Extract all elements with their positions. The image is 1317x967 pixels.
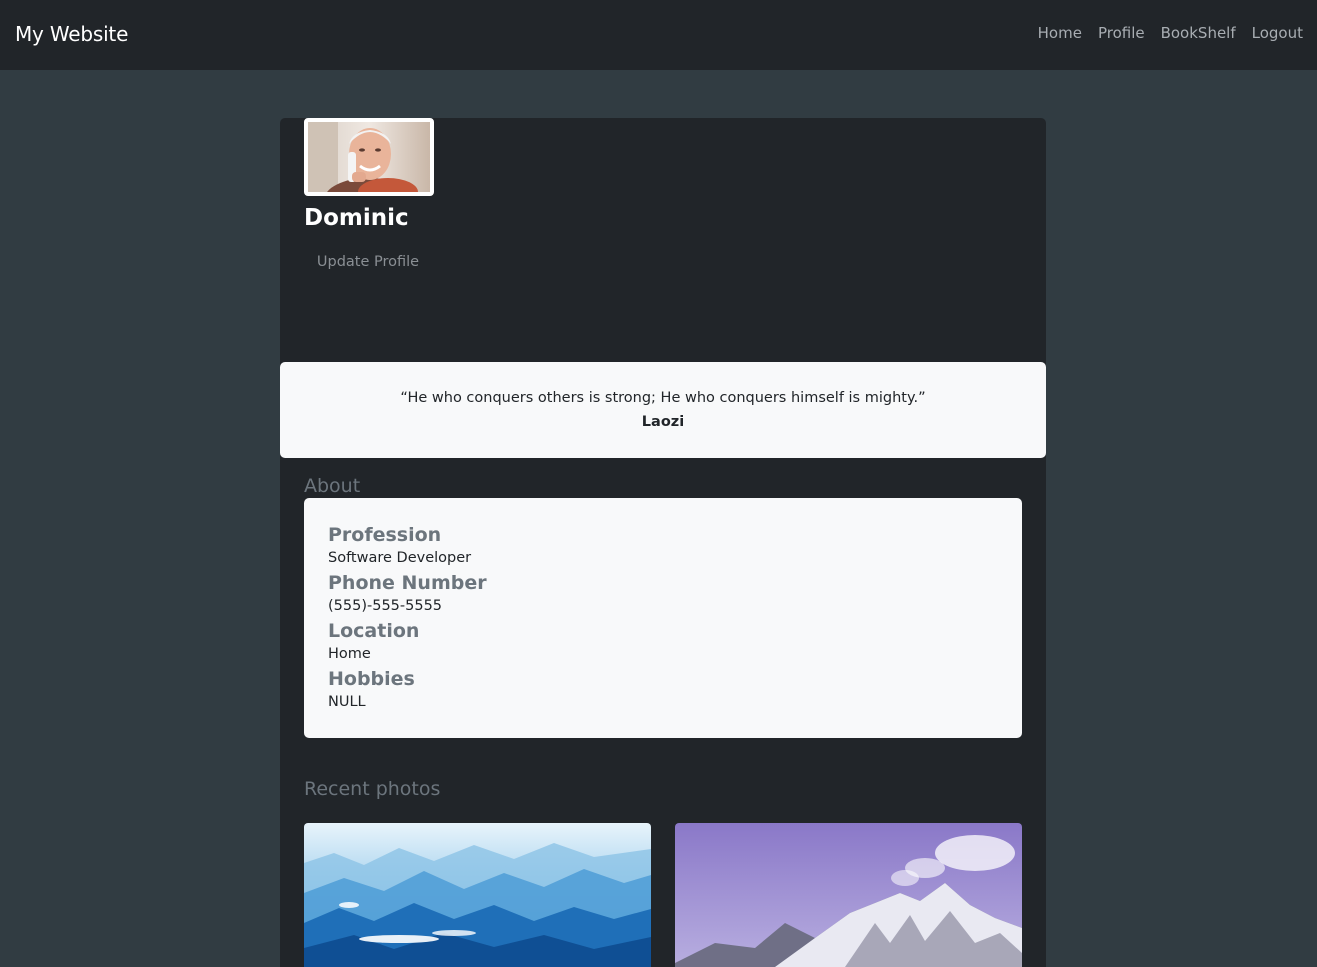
profile-name: Dominic xyxy=(304,205,409,231)
update-profile-button[interactable]: Update Profile xyxy=(304,249,432,275)
nav-link-logout[interactable]: Logout xyxy=(1252,24,1303,42)
nav-link-profile[interactable]: Profile xyxy=(1098,24,1145,42)
photo-snowy-peaks[interactable] xyxy=(675,823,1022,967)
recent-photos-heading: Recent photos xyxy=(304,778,441,800)
nav-link-bookshelf[interactable]: BookShelf xyxy=(1161,24,1236,42)
about-value: (555)-555-5555 xyxy=(328,598,443,614)
about-label: Phone Number xyxy=(328,572,487,594)
about-value: Home xyxy=(328,646,371,662)
about-item-profession: Profession Software Developer xyxy=(328,523,471,569)
profile-card: Dominic Update Profile “He who conquers … xyxy=(280,118,1046,967)
quote-text: “He who conquers others is strong; He wh… xyxy=(400,390,926,406)
brand-logo-text[interactable]: My Website xyxy=(15,22,128,46)
about-heading: About xyxy=(304,475,361,497)
about-item-phone: Phone Number (555)-555-5555 xyxy=(328,571,487,617)
about-item-location: Location Home xyxy=(328,619,419,665)
about-value: Software Developer xyxy=(328,550,472,566)
about-value: NULL xyxy=(328,694,366,710)
nav-links: Home Profile BookShelf Logout xyxy=(1038,24,1303,42)
photo-blue-mountains[interactable] xyxy=(304,823,651,967)
navbar: My Website Home Profile BookShelf Logout xyxy=(0,0,1317,70)
about-panel: Profession Software Developer Phone Numb… xyxy=(304,498,1022,738)
about-label: Location xyxy=(328,620,420,642)
about-label: Hobbies xyxy=(328,668,415,690)
about-label: Profession xyxy=(328,524,442,546)
about-item-hobbies: Hobbies NULL xyxy=(328,667,415,713)
photo-image xyxy=(675,823,1022,967)
quote-panel: “He who conquers others is strong; He wh… xyxy=(280,362,1046,458)
photo-image xyxy=(304,823,651,967)
nav-link-home[interactable]: Home xyxy=(1038,24,1082,42)
avatar-image xyxy=(308,122,430,192)
quote-author: Laozi xyxy=(641,414,685,430)
avatar xyxy=(304,118,434,196)
